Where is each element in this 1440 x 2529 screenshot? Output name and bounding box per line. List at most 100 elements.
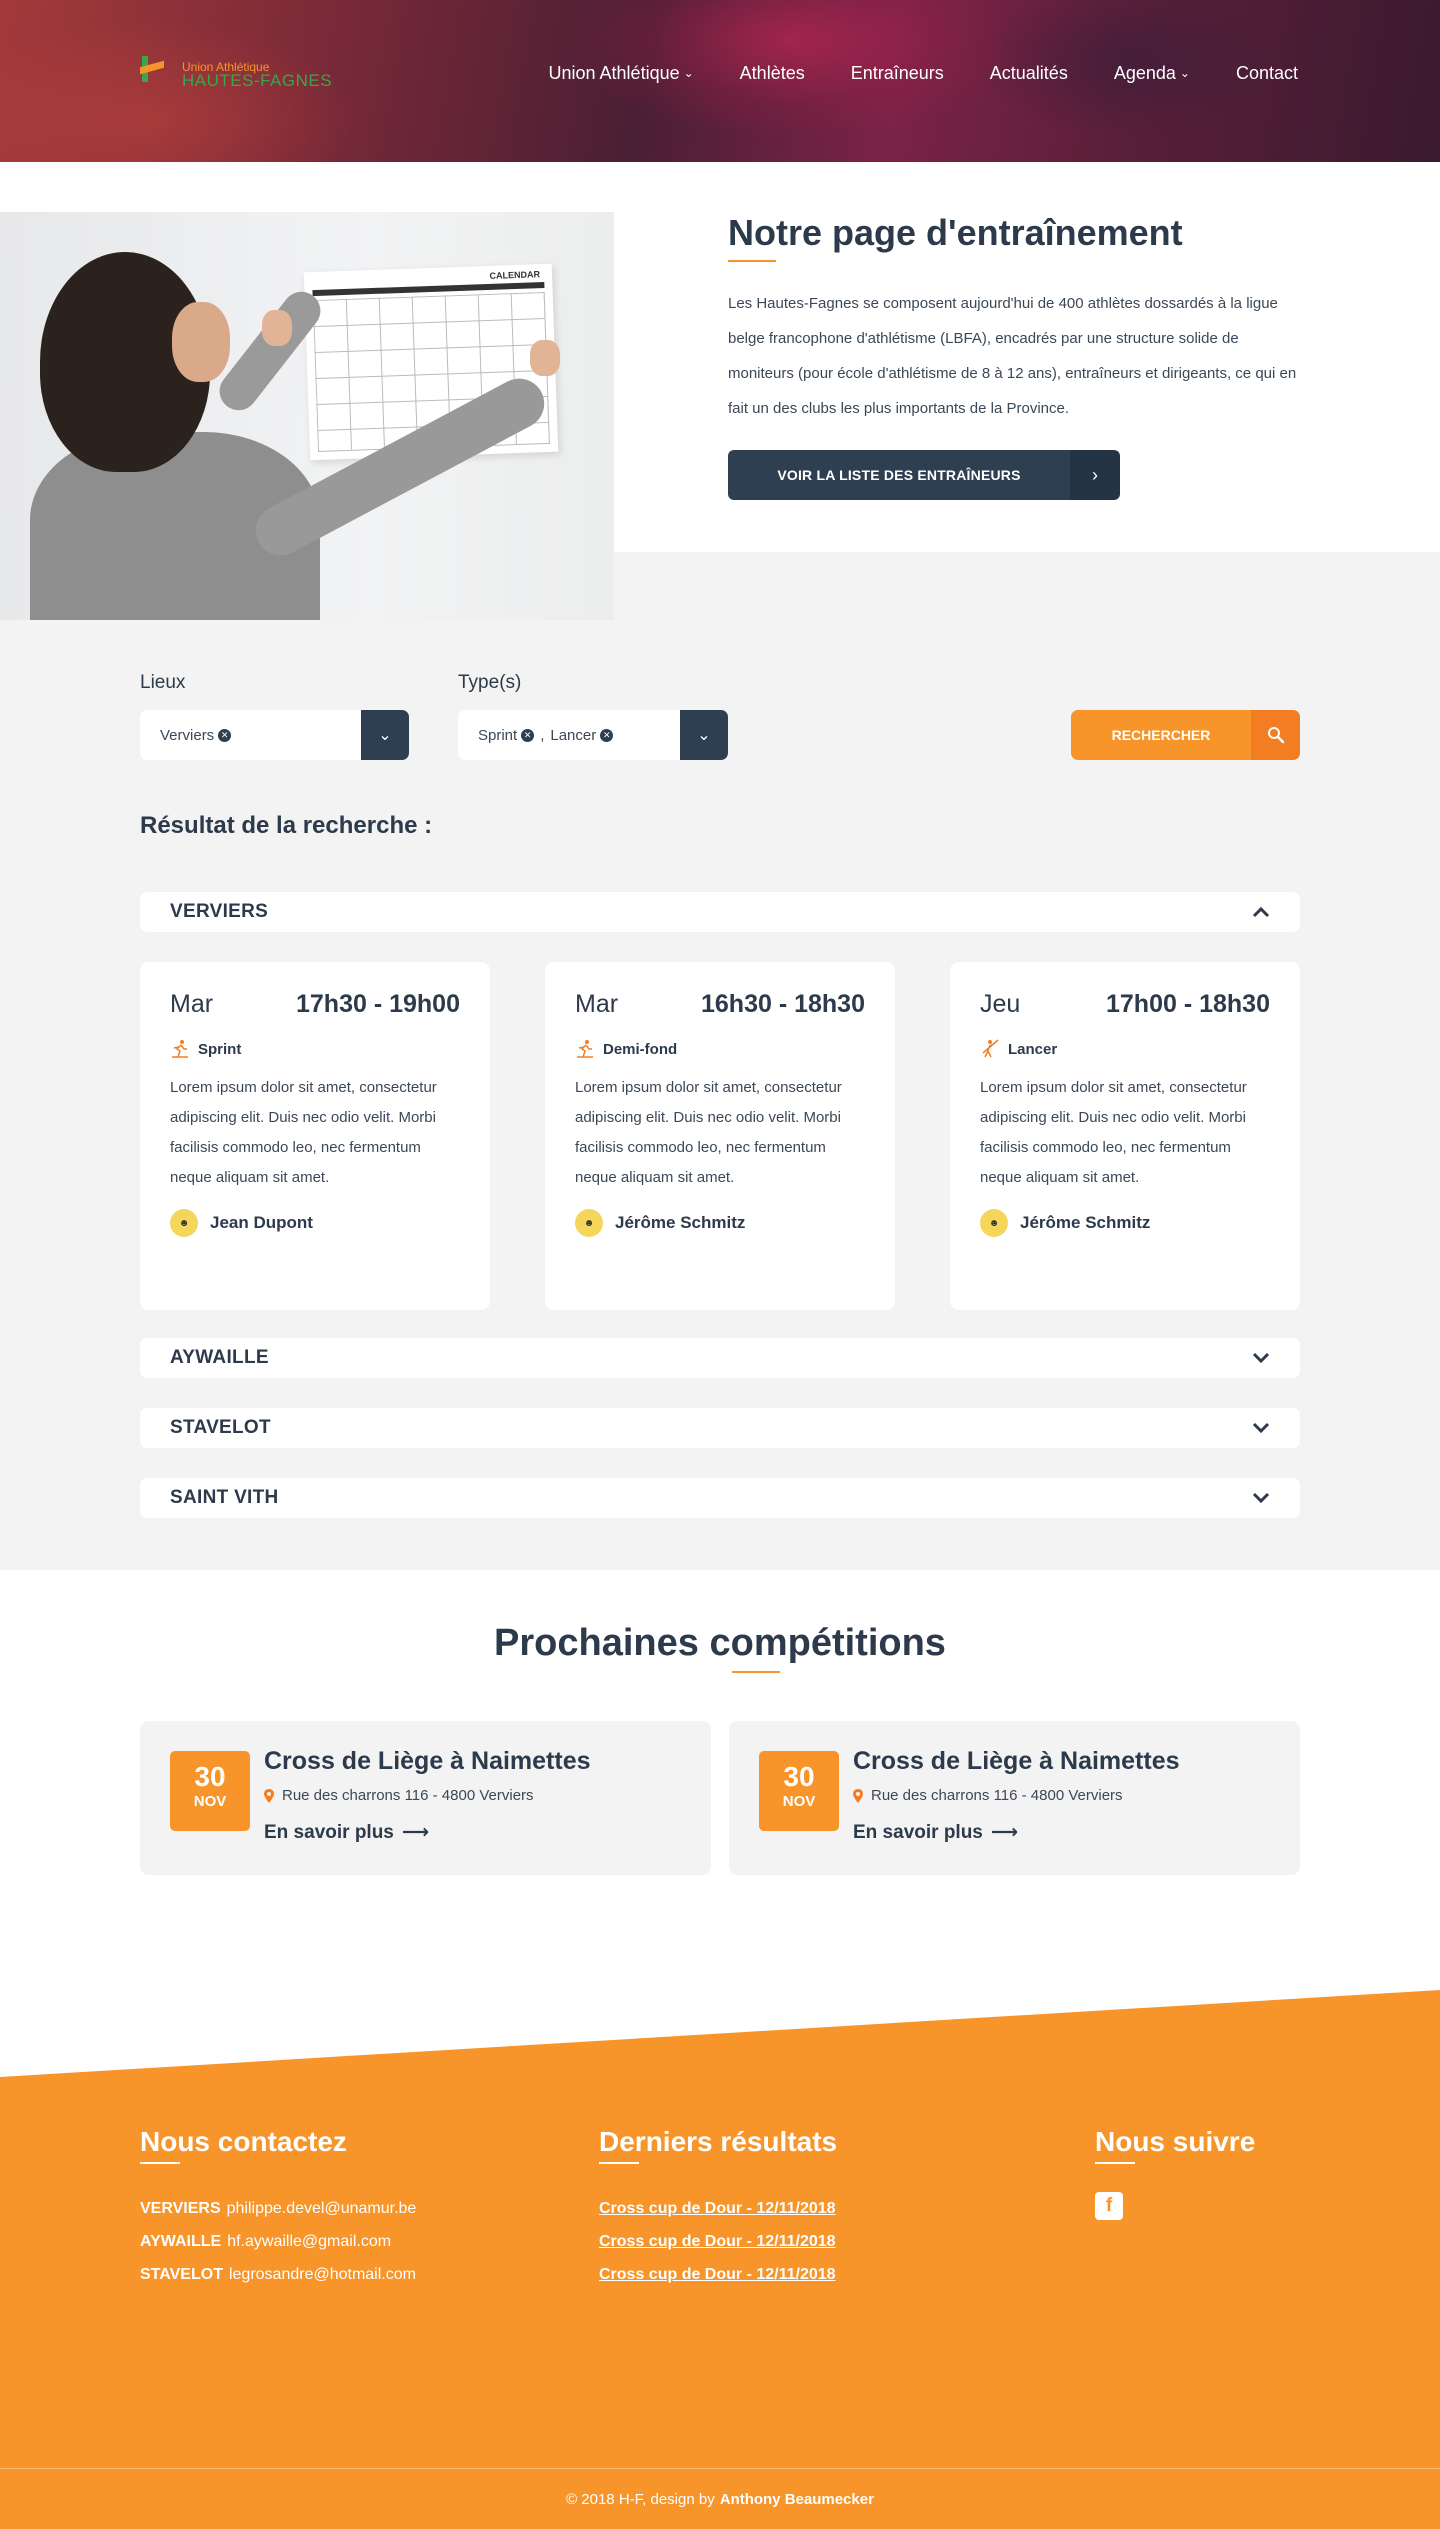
nav-athletes[interactable]: Athlètes xyxy=(740,63,805,84)
nav-union-athletique[interactable]: Union Athlétique ⌄ xyxy=(549,63,694,84)
competition-date: 30 NOV xyxy=(759,1751,839,1831)
session-time: 17h30 - 19h00 xyxy=(296,990,460,1018)
session-time: 16h30 - 18h30 xyxy=(701,990,865,1018)
footer-heading-text: Nous contactez xyxy=(140,2126,347,2157)
contact-email[interactable]: hf.aywaille@gmail.com xyxy=(227,2233,391,2250)
accordion-aywaille[interactable]: AYWAILLE xyxy=(140,1338,1300,1378)
footer-copyright: © 2018 H-F, design by Anthony Beaumecker xyxy=(0,2468,1440,2529)
footer-contact-list: VERVIERS philippe.devel@unamur.be AYWAILL… xyxy=(140,2192,416,2291)
accordion-saint-vith[interactable]: SAINT VITH xyxy=(140,1478,1300,1518)
logo-line2: HAUTES-FAGNES xyxy=(182,71,333,90)
result-link[interactable]: Cross cup de Dour - 12/11/2018 xyxy=(599,2225,837,2258)
chip-label: Verviers xyxy=(160,726,215,744)
footer-follow: Nous suivre f xyxy=(1095,2126,1255,2220)
calendar-title: CALENDAR xyxy=(489,269,541,281)
result-link[interactable]: Cross cup de Dour - 12/11/2018 xyxy=(599,2192,837,2225)
page-title-text: Notre page d'entraînement xyxy=(728,212,1183,253)
competitions-title-wrap: Prochaines compétitions xyxy=(0,1622,1440,1673)
nav-label: Entraîneurs xyxy=(850,63,944,83)
accordion-stavelot[interactable]: STAVELOT xyxy=(140,1408,1300,1448)
coach-name[interactable]: Jérôme Schmitz xyxy=(615,1213,745,1233)
chevron-down-icon[interactable]: ⌄ xyxy=(361,710,409,760)
chevron-down-icon xyxy=(1252,1418,1270,1439)
competition-day: 30 xyxy=(783,1761,815,1792)
types-select-value: Sprint ✕, Lancer ✕ xyxy=(458,710,680,760)
competitions-title: Prochaines compétitions xyxy=(494,1622,946,1673)
chevron-down-icon[interactable]: ⌄ xyxy=(680,710,728,760)
competition-card: 30 NOV Cross de Liège à Naimettes Rue de… xyxy=(729,1721,1300,1875)
chip-label: Sprint xyxy=(478,726,518,744)
nav-agenda[interactable]: Agenda ⌄ xyxy=(1114,63,1190,84)
result-link[interactable]: Cross cup de Dour - 12/11/2018 xyxy=(599,2258,837,2291)
competition-month: NOV xyxy=(782,1793,816,1810)
chevron-up-icon xyxy=(1252,902,1270,923)
coaches-list-button-label: VOIR LA LISTE DES ENTRAÎNEURS xyxy=(728,450,1070,500)
session-description: Lorem ipsum dolor sit amet, consectetur … xyxy=(170,1079,437,1186)
footer-follow-title: Nous suivre xyxy=(1095,2126,1256,2164)
contact-place: VERVIERS xyxy=(140,2200,221,2217)
accordion-title: STAVELOT xyxy=(170,1417,271,1438)
session-type: Demi-fond xyxy=(603,1040,678,1058)
learn-more-link[interactable]: En savoir plus ⟶ xyxy=(264,1821,429,1844)
footer-contact-title: Nous contactez xyxy=(140,2126,347,2164)
facebook-icon[interactable]: f xyxy=(1095,2192,1123,2220)
title-underline xyxy=(1095,2162,1135,2164)
lieux-chip: Verviers ✕ xyxy=(160,726,232,744)
competition-address: Rue des charrons 116 - 4800 Verviers xyxy=(282,1787,534,1804)
search-button[interactable]: RECHERCHER xyxy=(1071,710,1300,760)
learn-more-label: En savoir plus xyxy=(853,1821,983,1843)
intro-paragraph: Les Hautes-Fagnes se composent aujourd'h… xyxy=(728,295,1297,417)
coach-name[interactable]: Jean Dupont xyxy=(210,1213,313,1233)
map-pin-icon xyxy=(853,1788,863,1803)
accordion-title: AYWAILLE xyxy=(170,1347,269,1368)
nav-label: Union Athlétique xyxy=(548,63,680,83)
designer-link[interactable]: Anthony Beaumecker xyxy=(720,2491,874,2508)
contact-email[interactable]: legrosandre@hotmail.com xyxy=(229,2266,416,2283)
chip-label: Lancer xyxy=(550,726,597,744)
contact-email[interactable]: philippe.devel@unamur.be xyxy=(227,2200,417,2217)
footer-heading-text: Nous suivre xyxy=(1095,2126,1256,2157)
map-pin-icon xyxy=(264,1788,274,1803)
hero-bg-glow xyxy=(0,20,360,162)
footer-results-list: Cross cup de Dour - 12/11/2018 Cross cup… xyxy=(599,2192,837,2291)
lieux-select[interactable]: Verviers ✕ ⌄ xyxy=(140,710,409,760)
chevron-down-icon: ⌄ xyxy=(1179,65,1190,80)
nav-label: Contact xyxy=(1235,63,1298,83)
photo-person-hand xyxy=(262,310,292,346)
session-description: Lorem ipsum dolor sit amet, consectetur … xyxy=(980,1079,1247,1186)
remove-icon[interactable]: ✕ xyxy=(521,728,535,742)
competition-address: Rue des charrons 116 - 4800 Verviers xyxy=(871,1787,1123,1804)
session-day: Jeu xyxy=(980,990,1021,1018)
types-chip: Lancer ✕ xyxy=(550,726,614,744)
intro-content: Notre page d'entraînement Les Hautes-Fag… xyxy=(728,212,1308,500)
types-chip: Sprint ✕ xyxy=(478,726,535,744)
learn-more-link[interactable]: En savoir plus ⟶ xyxy=(853,1821,1018,1844)
contact-place: AYWAILLE xyxy=(140,2233,222,2250)
competition-date: 30 NOV xyxy=(170,1751,250,1831)
title-underline xyxy=(728,260,776,262)
coach-name[interactable]: Jérôme Schmitz xyxy=(1020,1213,1150,1233)
site-logo[interactable]: Union Athlétique HAUTES-FAGNES xyxy=(140,52,332,90)
footer-results: Derniers résultats Cross cup de Dour - 1… xyxy=(599,2126,837,2291)
learn-more-label: En savoir plus xyxy=(264,1821,394,1843)
nav-actualites[interactable]: Actualités xyxy=(990,63,1068,84)
competition-card: 30 NOV Cross de Liège à Naimettes Rue de… xyxy=(140,1721,711,1875)
contact-item: AYWAILLE hf.aywaille@gmail.com xyxy=(140,2225,416,2258)
chevron-down-icon xyxy=(1252,1488,1270,1509)
nav-contact[interactable]: Contact xyxy=(1236,63,1298,84)
accordion-title: VERVIERS xyxy=(170,901,269,922)
session-card: Mar 17h30 - 19h00 Sprint Lorem ipsum dolo… xyxy=(140,962,490,1310)
coaches-list-button[interactable]: VOIR LA LISTE DES ENTRAÎNEURS › xyxy=(728,450,1120,500)
footer-results-title: Derniers résultats xyxy=(599,2126,837,2164)
accordion-verviers[interactable]: VERVIERS xyxy=(140,892,1300,932)
types-select[interactable]: Sprint ✕, Lancer ✕ ⌄ xyxy=(458,710,728,760)
session-type: Sprint xyxy=(198,1040,242,1058)
search-button-label: RECHERCHER xyxy=(1071,710,1251,760)
remove-icon[interactable]: ✕ xyxy=(600,728,614,742)
site-footer: Nous contactez VERVIERS philippe.devel@un… xyxy=(0,1990,1440,2529)
nav-entraineurs[interactable]: Entraîneurs xyxy=(851,63,944,84)
session-time: 17h00 - 18h30 xyxy=(1106,990,1270,1018)
competition-name: Cross de Liège à Naimettes xyxy=(853,1747,1180,1775)
nav-label: Agenda xyxy=(1113,63,1176,83)
remove-icon[interactable]: ✕ xyxy=(218,728,232,742)
